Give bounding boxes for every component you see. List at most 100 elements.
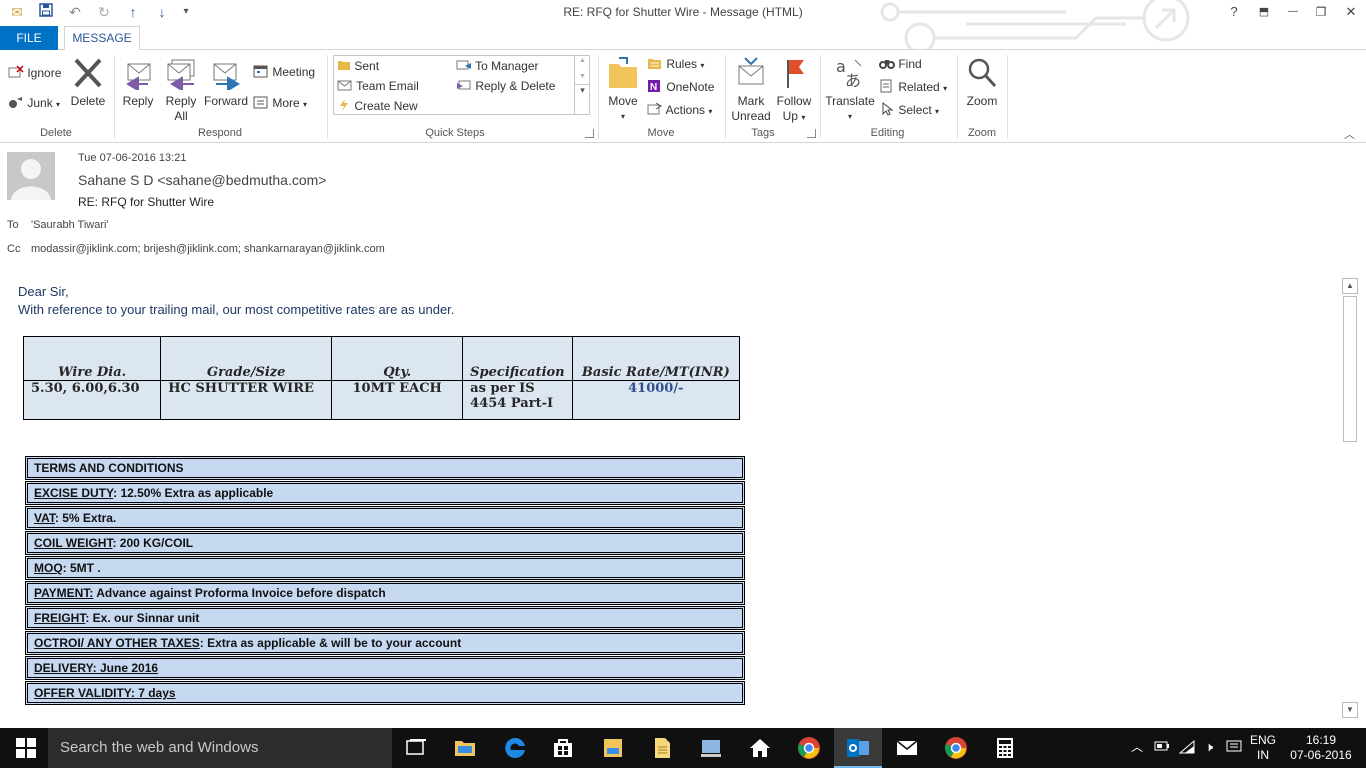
taskbar-search[interactable]: Search the web and Windows (48, 728, 392, 768)
terms-key: EXCISE DUTY (34, 486, 114, 500)
scroll-down-icon[interactable]: ▼ (575, 73, 590, 80)
calculator-icon[interactable] (993, 736, 1017, 760)
scroll-up-icon[interactable]: ▲ (575, 57, 590, 64)
taskbar: Search the web and Windows ︿ 🕨 ENG IN 16… (0, 728, 1366, 768)
rules-button[interactable]: Rules ▾ (647, 56, 704, 74)
minimize-button[interactable]: — (1278, 2, 1308, 22)
scroll-down-arrow-icon[interactable]: ▼ (1342, 702, 1358, 718)
chrome-window-icon[interactable] (944, 736, 968, 760)
documents-icon[interactable] (650, 736, 674, 760)
action-center-icon[interactable] (1224, 740, 1244, 758)
move-button[interactable]: Move ▾ (604, 56, 642, 124)
reply-button[interactable]: Reply (118, 56, 158, 109)
forward-button[interactable]: Forward (203, 56, 249, 109)
terms-row: TERMS AND CONDITIONS (25, 456, 745, 480)
collapse-ribbon-icon[interactable]: ︿ (1344, 126, 1355, 142)
subject: RE: RFQ for Shutter Wire (78, 195, 215, 209)
avatar (7, 152, 55, 200)
windows-start-icon[interactable] (14, 736, 38, 760)
onenote-button[interactable]: N OneNote (647, 79, 714, 97)
select-button[interactable]: Select ▾ (879, 101, 939, 120)
quick-steps-launcher-icon[interactable] (585, 129, 594, 138)
delete-button[interactable]: Delete (68, 56, 108, 109)
table-cell: as per IS 4454 Part-I (462, 380, 573, 420)
network-drive-icon[interactable] (699, 736, 723, 760)
scroll-up-arrow-icon[interactable]: ▲ (1342, 278, 1358, 294)
zoom-button[interactable]: Zoom (961, 56, 1003, 109)
separator (725, 55, 726, 139)
help-button[interactable]: ? (1219, 2, 1249, 22)
related-button[interactable]: Related ▾ (879, 79, 947, 97)
task-view-icon[interactable] (404, 736, 428, 760)
find-button[interactable]: Find (879, 56, 922, 74)
tab-file[interactable]: FILE (0, 26, 58, 50)
quick-step-to-manager[interactable]: To Manager (456, 58, 539, 75)
quick-step-create-new[interactable]: Create New (337, 98, 418, 115)
follow-up-button[interactable]: Follow Up ▾ (774, 56, 814, 125)
show-hidden-icons[interactable]: ︿ (1130, 740, 1144, 755)
related-icon (879, 79, 895, 97)
ignore-button[interactable]: Ignore (8, 65, 61, 83)
chrome-icon[interactable] (797, 736, 821, 760)
onenote-icon: N (647, 79, 663, 97)
terms-row: OCTROI/ ANY OTHER TAXES: Extra as applic… (25, 631, 745, 655)
separator (820, 55, 821, 139)
clock[interactable]: 16:19 07-06-2016 (1285, 733, 1357, 763)
move-folder-icon (604, 56, 642, 94)
table-cell: 5.30, 6.00,6.30 (22, 380, 162, 420)
wifi-icon[interactable] (1178, 739, 1196, 758)
folder-icon (337, 59, 351, 75)
quick-step-reply-delete[interactable]: Reply & Delete (456, 78, 555, 95)
maximize-button[interactable]: ❐ (1306, 2, 1336, 22)
sender[interactable]: Sahane S D <sahane@bedmutha.com> (78, 172, 327, 188)
outlook-taskbar-button[interactable] (834, 728, 882, 768)
volume-muted-icon[interactable]: 🕨 (1200, 739, 1218, 754)
intro-text: With reference to your trailing mail, ou… (18, 302, 455, 317)
team-email-icon (337, 79, 353, 95)
mail-app-icon[interactable] (895, 736, 919, 760)
quick-step-team-email[interactable]: Team Email (337, 78, 419, 95)
quick-steps-scroller[interactable]: ▲ ▼ ▾ (574, 55, 590, 115)
svg-text:N: N (650, 82, 657, 93)
quick-step-sent[interactable]: Sent (337, 58, 379, 75)
battery-icon[interactable] (1153, 740, 1171, 756)
reply-all-button[interactable]: Reply All (160, 56, 202, 124)
home-icon[interactable] (748, 736, 772, 760)
close-button[interactable]: ✕ (1336, 2, 1366, 22)
mark-unread-icon (729, 56, 773, 94)
vertical-scrollbar[interactable]: ▲ ▼ (1342, 278, 1358, 718)
terms-row: MOQ: 5MT . (25, 556, 745, 580)
store-icon[interactable] (551, 736, 575, 760)
reply-delete-icon (456, 79, 472, 95)
separator (1007, 55, 1008, 139)
translate-icon: aあ (824, 56, 876, 94)
terms-row: OFFER VALIDITY: 7 days (25, 681, 745, 705)
translate-button[interactable]: aあ Translate ▾ (824, 56, 876, 124)
mark-unread-button[interactable]: Mark Unread (729, 56, 773, 124)
meeting-button[interactable]: Meeting (253, 64, 315, 82)
actions-button[interactable]: Actions ▾ (647, 102, 712, 120)
flag-icon (774, 56, 814, 94)
message-header: Tue 07-06-2016 13:21 Sahane S D <sahane@… (0, 143, 1366, 263)
cc-recipients[interactable]: modassir@jiklink.com; brijesh@jiklink.co… (31, 243, 385, 255)
cursor-icon (879, 101, 895, 120)
to-recipients[interactable]: 'Saurabh Tiwari' (31, 219, 109, 231)
binoculars-icon (879, 56, 895, 74)
file-manager-icon[interactable] (601, 736, 625, 760)
tags-launcher-icon[interactable] (807, 129, 816, 138)
junk-button[interactable]: Junk ▾ (8, 95, 60, 113)
calendar-icon (253, 64, 269, 82)
more-button[interactable]: More ▾ (253, 95, 307, 113)
expand-gallery-icon[interactable]: ▾ (575, 84, 590, 96)
input-language[interactable]: ENG IN (1248, 733, 1278, 763)
edge-browser-icon[interactable] (503, 736, 527, 760)
file-explorer-icon[interactable] (453, 736, 477, 760)
terms-key: OCTROI/ ANY OTHER TAXES (34, 636, 200, 650)
header-cell: Basic Rate/MT(INR) (571, 336, 741, 381)
terms-key: PAYMENT: (34, 586, 94, 600)
more-icon (253, 95, 269, 113)
scroll-thumb[interactable] (1343, 296, 1357, 442)
tab-message[interactable]: MESSAGE (64, 26, 140, 51)
terms-value: : 5MT . (62, 561, 101, 575)
ribbon-display-button[interactable]: ⬒ (1249, 2, 1279, 22)
